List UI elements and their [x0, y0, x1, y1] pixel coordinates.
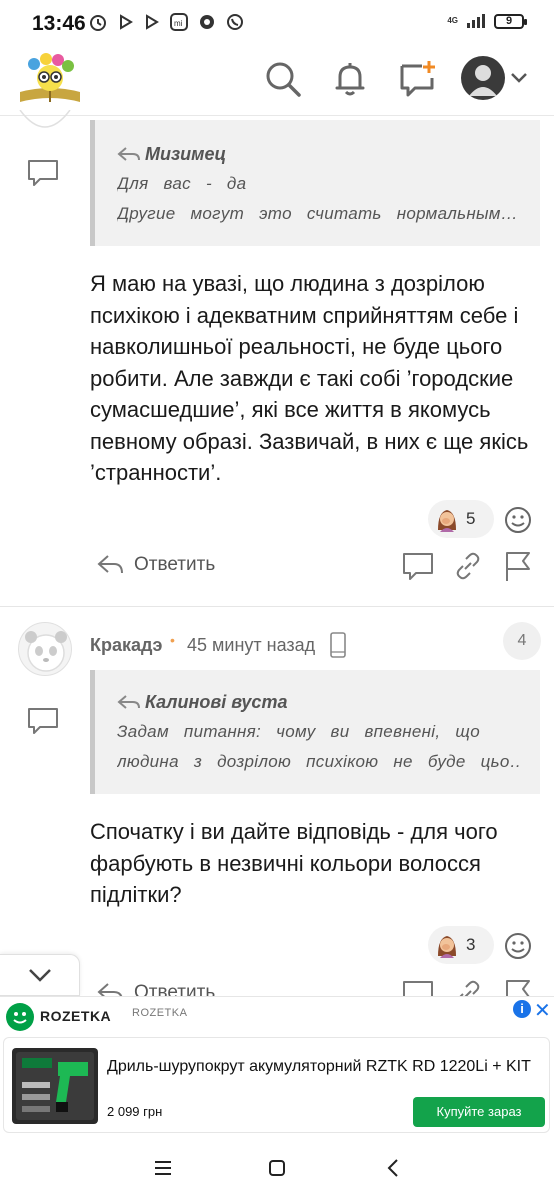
comment-actions: Ответить — [96, 975, 536, 996]
reaction-pill[interactable]: 3 — [428, 926, 494, 964]
collapse-ad-button[interactable] — [0, 954, 80, 996]
flag-icon[interactable] — [501, 977, 535, 996]
signal-icon — [467, 14, 485, 28]
bell-icon[interactable] — [329, 58, 371, 100]
comment-actions: Ответить — [96, 547, 536, 587]
network-label: 4G — [447, 16, 458, 25]
add-reaction-smiley-icon[interactable] — [503, 931, 533, 961]
comment-body: Я маю на увазі, що людина з дозрілою пси… — [90, 271, 529, 485]
link-icon[interactable] — [451, 549, 485, 583]
ad-banner[interactable]: ROZETKA ROZETKA i ✕ Дриль-шурупокрут аку… — [0, 996, 554, 1138]
comment-header: Кракадэ • 45 минут назад 4 — [0, 622, 554, 676]
whatsapp-icon — [227, 14, 243, 30]
facepalm-emoji-icon — [438, 936, 456, 958]
flag-icon[interactable] — [501, 549, 535, 583]
link-icon[interactable] — [451, 977, 485, 996]
chevron-down-icon — [29, 969, 51, 982]
reaction-pill[interactable]: 5 — [428, 500, 494, 538]
comment-author[interactable]: Кракадэ — [90, 635, 162, 656]
site-logo[interactable] — [14, 50, 86, 108]
quote-line: Другие могут это считать нормальным… — [117, 204, 519, 223]
online-dot: • — [170, 632, 175, 648]
chevron-down-icon[interactable] — [510, 72, 528, 84]
comment-number-badge[interactable]: 4 — [503, 622, 541, 660]
ad-title[interactable]: Дриль-шурупокрут акумуляторний RZTK RD 1… — [107, 1058, 531, 1076]
quote-author[interactable]: Калинові вуста — [117, 692, 287, 713]
user-silhouette-icon — [469, 65, 497, 96]
reply-arrow-icon — [117, 695, 140, 709]
quote-author[interactable]: Мизимец — [117, 144, 226, 165]
play-icon — [120, 14, 133, 30]
comment-divider — [0, 606, 554, 607]
ad-card[interactable]: Дриль-шурупокрут акумуляторний RZTK RD 1… — [3, 1037, 550, 1133]
reply-label: Ответить — [134, 554, 216, 575]
reply-arrow-icon — [97, 555, 123, 574]
quote-author-name: Мизимец — [145, 144, 227, 164]
mobile-phone-icon — [330, 632, 346, 658]
facepalm-emoji-icon — [438, 510, 456, 532]
system-nav-bar — [0, 1138, 554, 1200]
ad-info-icon[interactable]: i — [513, 1000, 531, 1018]
add-reaction-smiley-icon[interactable] — [503, 505, 533, 535]
user-avatar[interactable] — [461, 56, 505, 100]
menu-icon[interactable] — [151, 1156, 175, 1180]
reaction-count: 5 — [466, 509, 476, 528]
drill-case-image — [12, 1048, 98, 1124]
status-time: 13:46 — [32, 12, 86, 35]
ad-close-icon[interactable]: ✕ — [534, 998, 551, 1023]
rozetka-logo-icon — [6, 1003, 34, 1031]
svg-text:mi: mi — [174, 19, 183, 28]
mi-icon: mi — [170, 13, 188, 31]
avatar-partial — [19, 110, 71, 128]
comment-bubble-icon[interactable] — [401, 977, 435, 996]
comment-time[interactable]: 45 минут назад — [187, 635, 315, 656]
back-icon[interactable] — [382, 1156, 406, 1180]
comment-bubble-icon[interactable] — [401, 549, 435, 583]
reply-label: Ответить — [134, 982, 216, 996]
comment-bubble-icon[interactable] — [26, 158, 60, 188]
comment-body: Спочатку і ви дайте відповідь - для чого… — [90, 819, 498, 907]
play-icon — [146, 14, 159, 30]
quote-line: Для вас - да — [117, 174, 247, 193]
reply-button[interactable]: Ответить — [96, 981, 215, 996]
system-status: 4G 9 — [447, 13, 527, 29]
ad-price: 2 099 грн — [107, 1104, 163, 1119]
quote-author-name: Калинові вуста — [145, 692, 288, 712]
app-header — [0, 44, 554, 116]
avatar[interactable] — [18, 622, 72, 676]
reaction-count: 3 — [466, 935, 476, 954]
panda-avatar-icon — [25, 631, 67, 672]
home-icon[interactable] — [265, 1156, 289, 1180]
ad-brand: ROZETKA — [40, 1008, 112, 1024]
reply-button[interactable]: Ответить — [96, 553, 215, 577]
app-icon — [200, 15, 214, 29]
quote-block[interactable]: Калинові вуста Задам питання: чому ви вп… — [90, 670, 540, 794]
reply-arrow-icon — [117, 147, 140, 161]
notification-icons: mi — [88, 12, 244, 32]
status-bar: 13:46 mi 4G 9 — [0, 0, 554, 44]
comment-bubble-icon[interactable] — [26, 706, 60, 736]
alarm-icon — [90, 15, 106, 31]
reply-arrow-icon — [97, 983, 123, 996]
search-icon[interactable] — [262, 58, 304, 100]
quote-line: Задам питання: чому ви впевнені, що — [117, 722, 480, 741]
ad-cta-button[interactable]: Купуйте зараз — [413, 1097, 545, 1127]
new-post-icon[interactable] — [396, 58, 438, 100]
battery-icon: 9 — [494, 13, 527, 29]
quote-block[interactable]: Мизимец Для вас - да Другие могут это сч… — [90, 120, 540, 246]
ad-advertiser: ROZETKA — [132, 1007, 188, 1019]
quote-line: людина з дозрілою психікою не буде цьо… — [117, 752, 520, 771]
